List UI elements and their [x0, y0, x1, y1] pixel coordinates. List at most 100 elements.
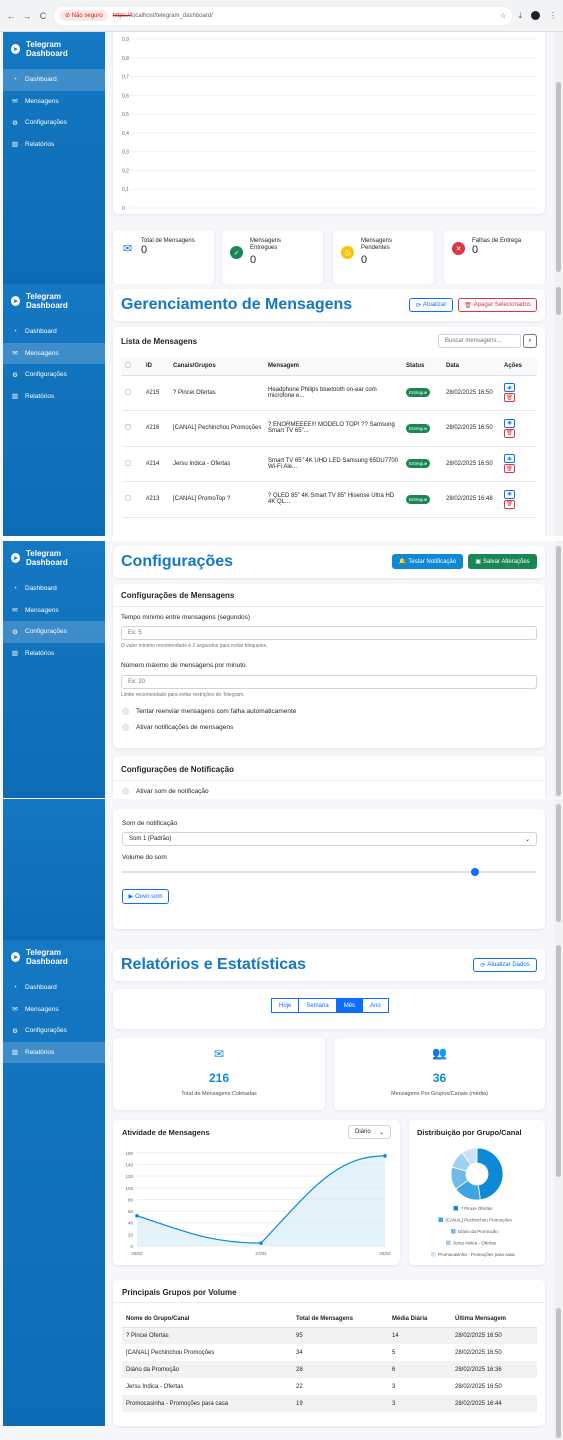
scrollbar[interactable]: [554, 940, 563, 1440]
sidebar-item-configuracoes[interactable]: ⚙ Configurações: [3, 1020, 105, 1042]
y-tick-label: 40: [128, 1221, 134, 1226]
scrollbar[interactable]: [554, 541, 563, 798]
sidebar-item-configuracoes[interactable]: ⚙ Configurações: [3, 112, 105, 134]
sidebar-brand[interactable]: ➤ Telegram Dashboard: [3, 284, 105, 318]
sidebar-item-dashboard[interactable]: ◔ Dashboard: [3, 977, 105, 999]
view-button[interactable]: ◉: [504, 418, 515, 428]
sidebar-item-mensagens[interactable]: ✉ Mensagens: [3, 600, 105, 622]
tab-period[interactable]: Mês: [335, 998, 364, 1013]
sidebar-item-configuracoes[interactable]: ⚙ Configurações: [3, 621, 105, 643]
sidebar-brand[interactable]: ➤ Telegram Dashboard: [3, 32, 105, 66]
delete-selected-button[interactable]: 🗑 Apagar Selecionados: [458, 298, 537, 312]
sidebar-item-configuracoes[interactable]: ⚙ Configurações: [3, 364, 105, 386]
row-checkbox-cell[interactable]: [122, 410, 143, 447]
tab-period[interactable]: Semana: [298, 998, 337, 1013]
delete-button[interactable]: 🗑: [504, 428, 515, 438]
test-notification-button[interactable]: 🔔 Testar Notificação: [392, 554, 463, 569]
row-checkbox-cell[interactable]: [122, 446, 143, 482]
sidebar-item-mensagens[interactable]: ✉ Mensagens: [3, 91, 105, 113]
view-button[interactable]: ◉: [504, 489, 515, 499]
scrollbar-thumb[interactable]: [556, 1308, 561, 1438]
y-tick-label: 100: [125, 1186, 133, 1191]
bookmark-star-icon[interactable]: ☆: [500, 12, 506, 20]
checkbox-label: Tentar reenviar mensagens com falha auto…: [136, 708, 297, 715]
select-all-checkbox-cell[interactable]: [122, 358, 143, 376]
tab-period[interactable]: Hoje: [271, 998, 300, 1013]
data-point[interactable]: [259, 1241, 263, 1245]
not-secure-label: Não seguro: [71, 13, 103, 19]
data-point[interactable]: [135, 1213, 139, 1218]
forward-icon[interactable]: →: [22, 11, 32, 21]
delete-button[interactable]: 🗑: [504, 393, 515, 403]
back-icon[interactable]: ←: [6, 11, 16, 21]
gear-icon: ⚙: [12, 1027, 18, 1035]
min-time-input[interactable]: Ex: 5: [121, 626, 537, 640]
sidebar-item-relatorios[interactable]: ▥ Relatórios: [3, 386, 105, 408]
sidebar-item-relatorios[interactable]: ▥ Relatórios: [3, 134, 105, 156]
search-button[interactable]: ⌕: [523, 334, 537, 348]
stat-value: 0: [472, 244, 479, 256]
sound-select[interactable]: Som 1 (Padrão) ⌄: [122, 832, 537, 846]
select-all-checkbox[interactable]: [125, 362, 131, 369]
refresh-button[interactable]: ⟳ Atualizar: [409, 298, 453, 312]
actions-cell: ◉ 🗑: [501, 410, 537, 447]
toggle-box[interactable]: [122, 708, 129, 715]
refresh-data-button[interactable]: ⟳ Atualizar Dados: [473, 958, 537, 972]
sidebar-item-label: Configurações: [25, 628, 67, 636]
volume-slider-track[interactable]: [122, 868, 537, 876]
scrollbar[interactable]: [554, 284, 563, 536]
view-button[interactable]: ◉: [504, 383, 515, 393]
not-secure-badge[interactable]: ⊘ Não seguro: [60, 10, 108, 21]
activity-chart-card: 0,9 0,8 0,7 0,6 0,5 0,4 0,3 0,2 0,1 0: [113, 32, 545, 214]
scrollbar-thumb[interactable]: [556, 945, 561, 1177]
tab-period[interactable]: Ano: [362, 998, 389, 1013]
table-row: Promocasinha - Promoções para casa 19 3 28/…: [122, 1395, 537, 1412]
envelope-icon: ✉: [12, 607, 18, 615]
activity-period-select[interactable]: Diário ⌄: [348, 1125, 391, 1139]
download-icon[interactable]: ⤓: [518, 11, 522, 21]
menu-kebab-icon[interactable]: ⋮: [549, 11, 557, 21]
volume-slider-thumb[interactable]: [470, 868, 479, 876]
data-point[interactable]: [383, 1154, 387, 1158]
row-checkbox[interactable]: [125, 459, 131, 466]
toggle-box[interactable]: [122, 724, 129, 731]
row-checkbox[interactable]: [125, 388, 131, 395]
stat-card-total: ✉ Total de Mensagens 0: [113, 230, 214, 284]
group-last-message: 28/02/2025 16:36: [451, 1361, 537, 1378]
retry-checkbox[interactable]: Tentar reenviar mensagens com falha auto…: [122, 708, 296, 715]
delete-button[interactable]: 🗑: [504, 464, 515, 474]
scrollbar-thumb[interactable]: [556, 804, 561, 922]
view-button[interactable]: ◉: [504, 454, 515, 464]
profile-avatar[interactable]: [531, 10, 540, 20]
sidebar-item-relatorios[interactable]: ▥ Relatórios: [3, 1041, 105, 1063]
toggle-box[interactable]: [122, 788, 129, 795]
listen-sound-button[interactable]: ▶ Ouvir som: [122, 889, 169, 904]
search-input[interactable]: Buscar mensagens...: [438, 334, 521, 348]
scrollbar[interactable]: [554, 32, 563, 284]
save-button[interactable]: ▣ Salvar Alterações: [468, 554, 537, 569]
reload-icon[interactable]: C: [38, 11, 48, 21]
sound-toggle-checkbox[interactable]: Ativar som de notificação: [122, 788, 209, 795]
scrollbar-thumb[interactable]: [556, 546, 561, 796]
sidebar-item-dashboard[interactable]: ◔ Dashboard: [3, 321, 105, 343]
sidebar-item-mensagens[interactable]: ✉ Mensagens: [3, 999, 105, 1021]
row-checkbox-cell[interactable]: [122, 375, 143, 411]
pie-slice[interactable]: [476, 1147, 504, 1201]
sidebar-item-dashboard[interactable]: ◔ Dashboard: [3, 69, 105, 91]
scrollbar-thumb[interactable]: [556, 82, 561, 272]
address-bar[interactable]: ⊘ Não seguro https://localhost/telegram_…: [54, 6, 513, 25]
max-per-minute-input[interactable]: Ex: 20: [121, 675, 537, 689]
delete-button[interactable]: 🗑: [504, 499, 515, 509]
row-checkbox[interactable]: [125, 424, 131, 431]
sidebar-brand[interactable]: ➤ Telegram Dashboard: [3, 940, 105, 974]
row-checkbox[interactable]: [125, 495, 131, 502]
scrollbar-thumb[interactable]: [556, 287, 561, 315]
sidebar-item-dashboard[interactable]: ◔ Dashboard: [3, 578, 105, 600]
field-label: Tempo mínimo entre mensagens (segundos): [121, 614, 250, 621]
sidebar-item-mensagens[interactable]: ✉ Mensagens: [3, 342, 105, 364]
row-checkbox-cell[interactable]: [122, 481, 143, 518]
scrollbar[interactable]: [554, 799, 563, 940]
sidebar-brand[interactable]: ➤ Telegram Dashboard: [3, 541, 105, 575]
notify-checkbox[interactable]: Ativar notificações de mensagens: [122, 724, 233, 731]
sidebar-item-relatorios[interactable]: ▥ Relatórios: [3, 643, 105, 665]
